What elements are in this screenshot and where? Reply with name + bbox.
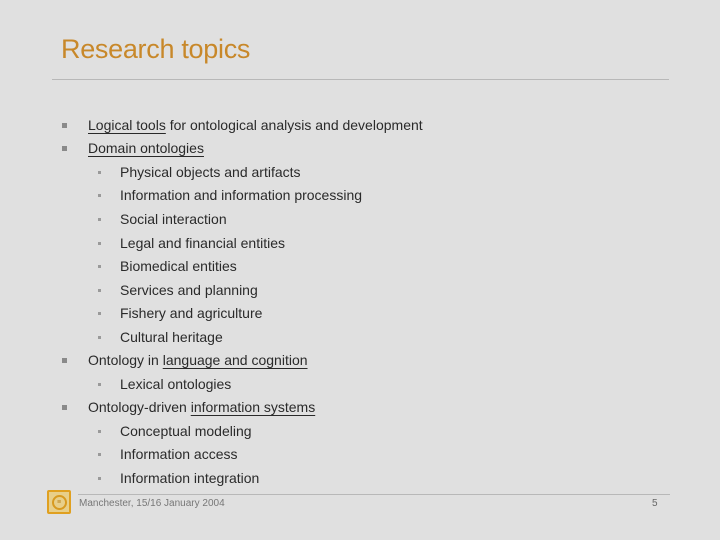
bullet-text: Ontology-driven information systems bbox=[88, 399, 315, 415]
square-bullet-icon bbox=[98, 194, 101, 197]
sub-bullet-text: Cultural heritage bbox=[120, 329, 223, 345]
bullet-text: Domain ontologies bbox=[88, 140, 204, 156]
square-bullet-icon bbox=[62, 358, 67, 363]
institution-logo-icon: ≡ bbox=[47, 490, 71, 514]
sub-bullet-text: Social interaction bbox=[120, 211, 227, 227]
bullet-text-prefix: Ontology in bbox=[88, 352, 163, 368]
logo-emblem: ≡ bbox=[51, 494, 67, 510]
sub-bullet-text: Legal and financial entities bbox=[120, 235, 286, 251]
link-information-systems[interactable]: information systems bbox=[191, 399, 315, 415]
footer-divider bbox=[78, 494, 670, 495]
bullet-text-prefix: Ontology-driven bbox=[88, 399, 191, 415]
square-bullet-icon bbox=[98, 265, 101, 268]
sub-bullet-text: Information integration bbox=[120, 470, 260, 486]
sub-bullet-text: Information and information processing bbox=[120, 187, 363, 203]
link-domain-ontologies[interactable]: Domain ontologies bbox=[88, 140, 204, 156]
square-bullet-icon bbox=[98, 242, 101, 245]
sub-bullet-text: Fishery and agriculture bbox=[120, 305, 263, 321]
square-bullet-icon bbox=[98, 218, 101, 221]
bullet-text: Ontology in language and cognition bbox=[88, 352, 308, 368]
sub-bullet-text: Conceptual modeling bbox=[120, 423, 252, 439]
bullet-text: Logical tools for ontological analysis a… bbox=[88, 117, 423, 133]
square-bullet-icon bbox=[98, 430, 101, 433]
sub-bullet-text: Services and planning bbox=[120, 282, 258, 298]
square-bullet-icon bbox=[62, 405, 67, 410]
slide-title: Research topics bbox=[61, 34, 251, 64]
page-number: 5 bbox=[652, 498, 658, 509]
title-divider bbox=[52, 79, 669, 80]
square-bullet-icon bbox=[98, 383, 101, 386]
square-bullet-icon bbox=[98, 312, 101, 315]
sub-bullet-text: Biomedical entities bbox=[120, 258, 237, 274]
bullet-text-rest: for ontological analysis and development bbox=[165, 117, 423, 133]
square-bullet-icon bbox=[98, 477, 101, 480]
square-bullet-icon bbox=[98, 289, 101, 292]
sub-bullet-text: Physical objects and artifacts bbox=[120, 164, 301, 180]
link-language-cognition[interactable]: language and cognition bbox=[163, 352, 308, 368]
square-bullet-icon bbox=[98, 453, 101, 456]
square-bullet-icon bbox=[98, 171, 101, 174]
square-bullet-icon bbox=[98, 336, 101, 339]
square-bullet-icon bbox=[62, 146, 67, 151]
link-logical-tools[interactable]: Logical tools bbox=[88, 117, 166, 133]
square-bullet-icon bbox=[62, 123, 67, 128]
footer-text: Manchester, 15/16 January 2004 bbox=[79, 498, 225, 509]
sub-bullet-text: Information access bbox=[120, 446, 238, 462]
sub-bullet-text: Lexical ontologies bbox=[120, 376, 232, 392]
